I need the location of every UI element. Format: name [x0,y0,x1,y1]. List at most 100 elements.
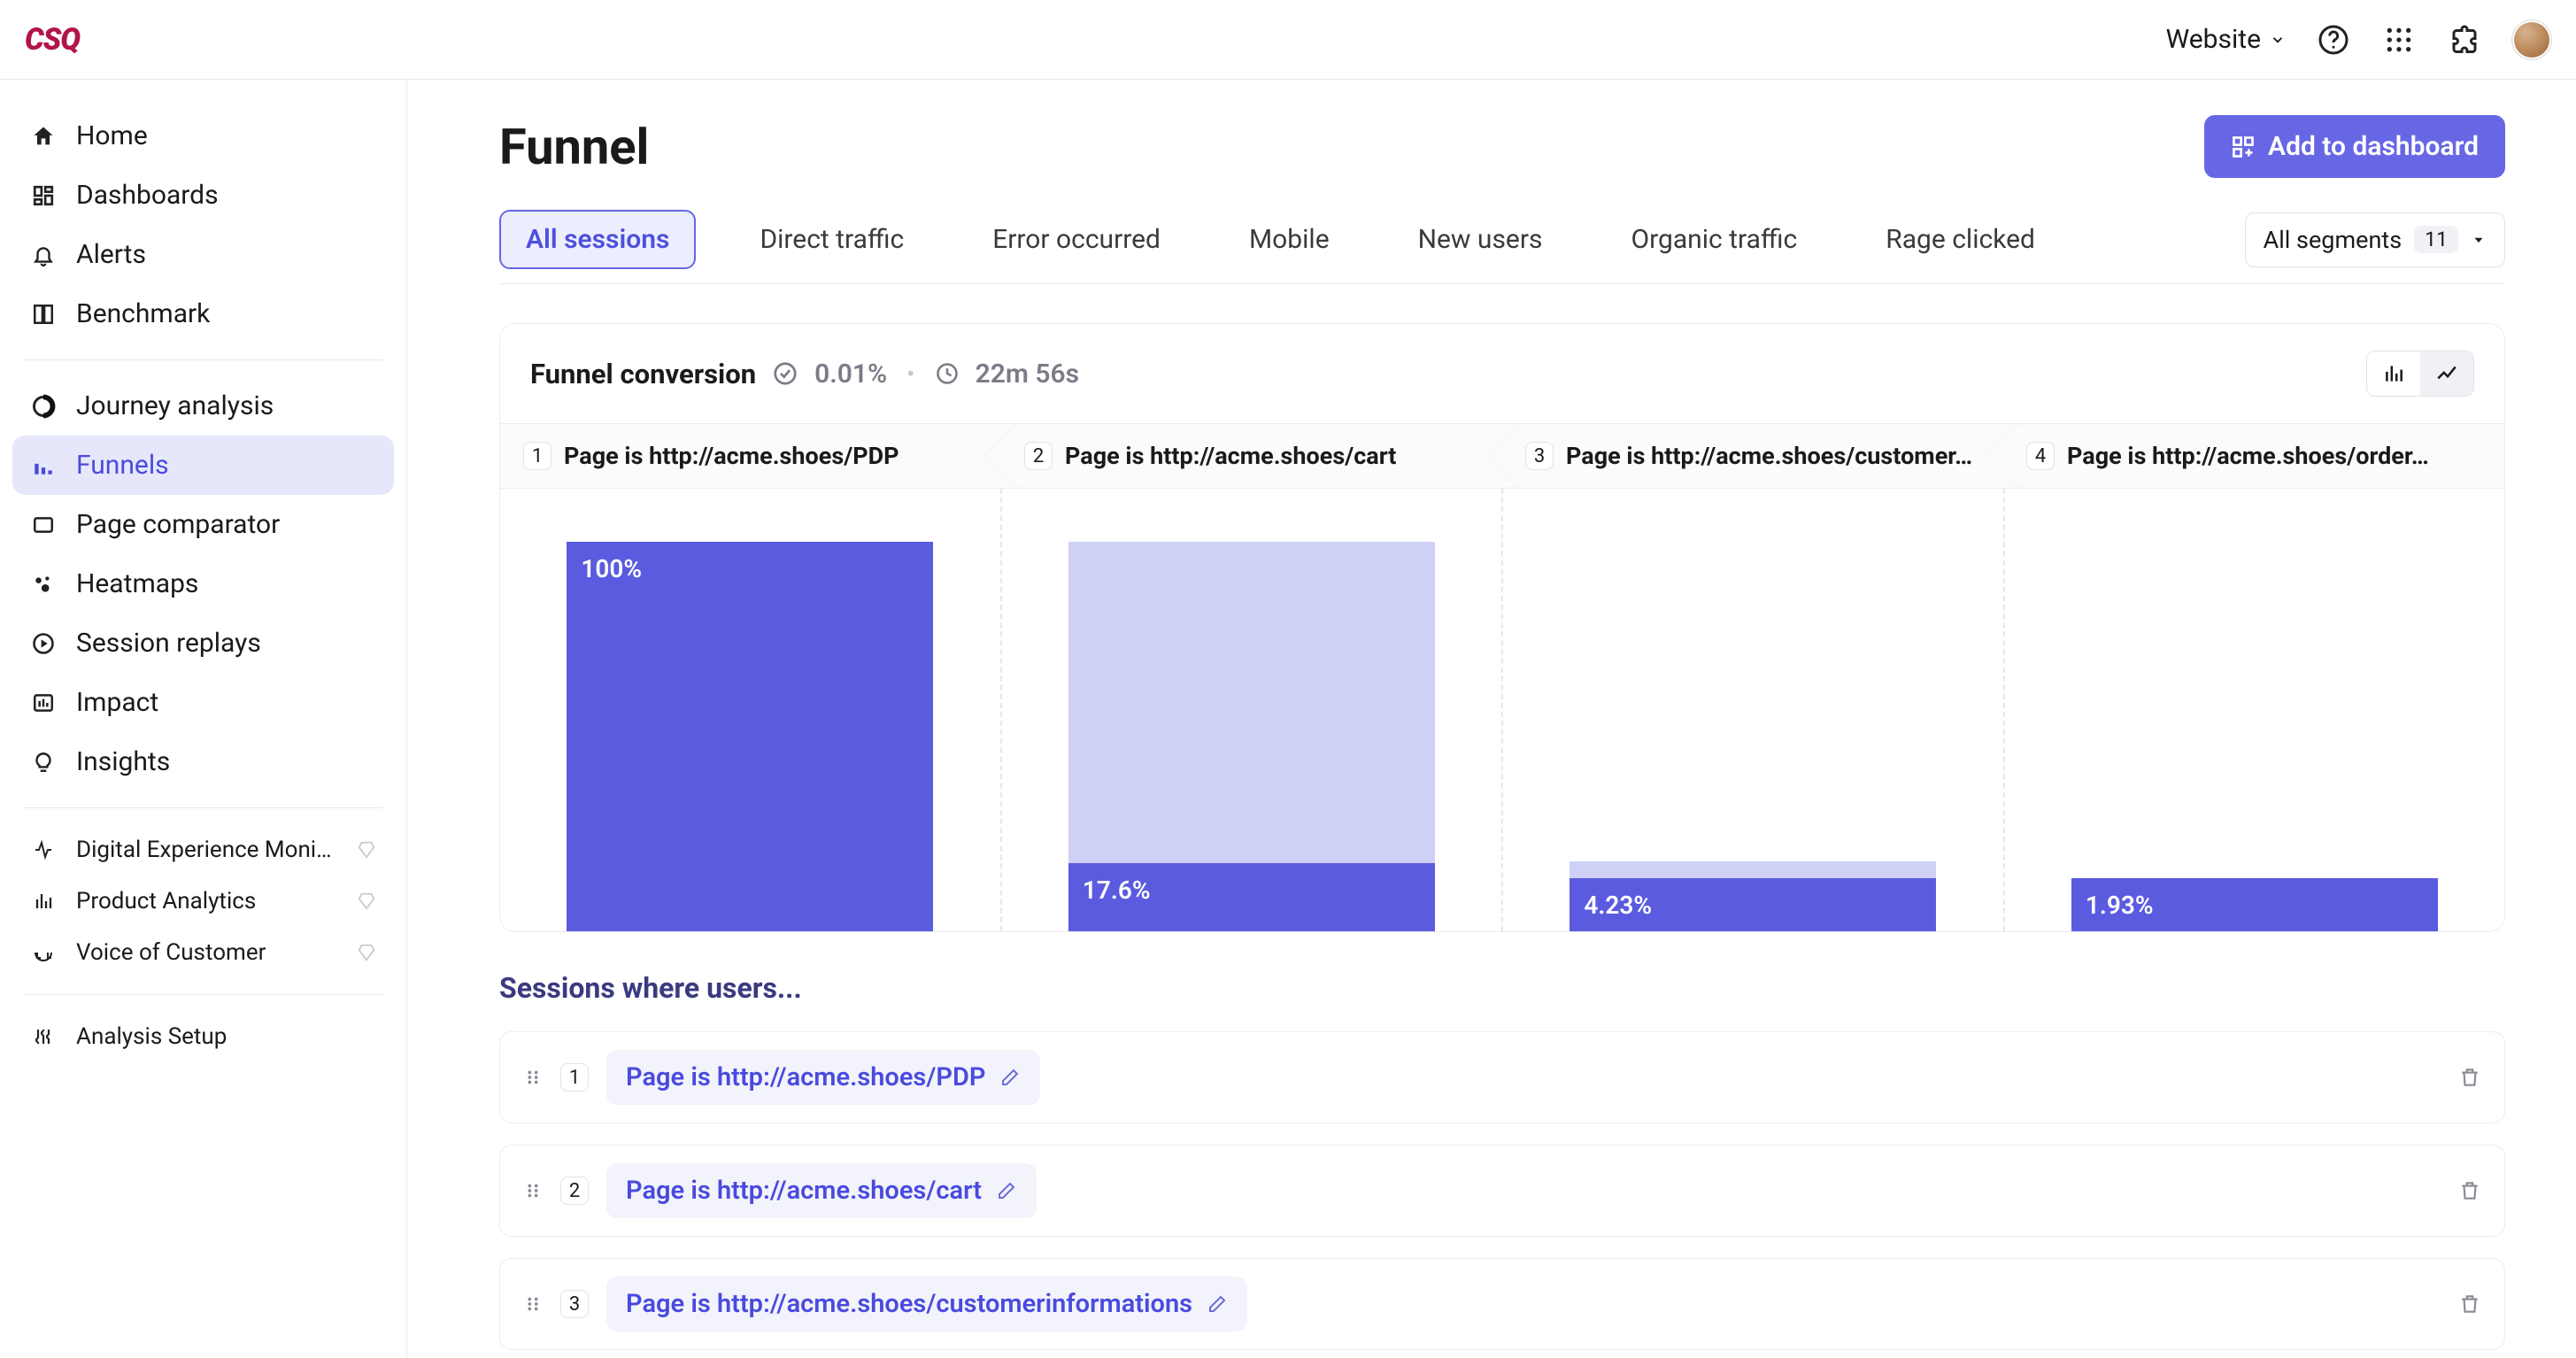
help-icon[interactable] [2316,22,2351,58]
funnel-steps-header: 1 Page is http://acme.shoes/PDP 2 Page i… [500,423,2504,489]
bar-view-button[interactable] [2367,351,2420,396]
lightbulb-icon [30,749,57,775]
tab-new-users[interactable]: New users [1393,212,1568,267]
tab-mobile[interactable]: Mobile [1224,212,1354,267]
funnel-step-header[interactable]: 4 Page is http://acme.shoes/order… [2003,424,2504,488]
apps-grid-icon[interactable] [2381,22,2417,58]
tab-rage-clicked[interactable]: Rage clicked [1861,212,2060,267]
sessions-where-title: Sessions where users... [499,971,2505,1005]
diamond-icon [357,891,376,911]
monitoring-icon [30,837,57,863]
main-content: Funnel Add to dashboard All sessions Dir… [407,80,2576,1358]
funnel-step-header[interactable]: 2 Page is http://acme.shoes/cart [1001,424,1502,488]
funnel-step-header[interactable]: 3 Page is http://acme.shoes/customer… [1502,424,2003,488]
step-label: Page is http://acme.shoes/customer… [1566,442,1972,470]
step-number: 3 [560,1290,589,1318]
edit-icon[interactable] [999,1067,1021,1088]
clock-icon [935,361,960,386]
add-to-dashboard-label: Add to dashboard [2268,131,2479,162]
sidebar-item-benchmark[interactable]: Benchmark [12,284,394,343]
sidebar-item-page-comparator[interactable]: Page comparator [12,495,394,554]
drag-handle-icon[interactable] [523,1068,543,1087]
bell-icon [30,242,57,268]
check-circle-icon [772,360,798,387]
sidebar-item-journey[interactable]: Journey analysis [12,376,394,436]
step-number: 3 [1525,442,1554,470]
tab-all-sessions[interactable]: All sessions [499,210,696,269]
funnel-card: Funnel conversion 0.01% • 22m 56s 1 Page… [499,323,2505,932]
sidebar-item-replays[interactable]: Session replays [12,613,394,673]
step-number: 1 [523,442,551,470]
sidebar-item-label: Insights [76,746,376,777]
sidebar-item-alerts[interactable]: Alerts [12,225,394,284]
avatar[interactable] [2512,20,2551,59]
edit-icon[interactable] [1207,1293,1228,1315]
sidebar-item-voc[interactable]: Voice of Customer [12,927,394,978]
add-to-dashboard-button[interactable]: Add to dashboard [2204,115,2505,178]
step-number: 2 [560,1177,589,1205]
sidebar-item-dem[interactable]: Digital Experience Monitor… [12,824,394,876]
step-number: 1 [560,1063,589,1092]
step-editor-row: 2 Page is http://acme.shoes/cart [499,1145,2505,1237]
delete-step-button[interactable] [2458,1179,2481,1202]
funnel-chart: 100%17.6%4.23%1.93% [500,489,2504,931]
sidebar-item-heatmaps[interactable]: Heatmaps [12,554,394,613]
page-title: Funnel [499,118,649,176]
sidebar-item-label: Product Analytics [76,888,337,914]
segments-label: All segments [2264,226,2402,254]
segments-dropdown[interactable]: All segments 11 [2245,212,2505,267]
sidebar-item-home[interactable]: Home [12,106,394,166]
step-label: Page is http://acme.shoes/cart [1065,442,1396,470]
tab-error-occurred[interactable]: Error occurred [968,212,1185,267]
funnel-step-header[interactable]: 1 Page is http://acme.shoes/PDP [500,424,1001,488]
diamond-icon [357,840,376,860]
step-number: 4 [2026,442,2055,470]
play-circle-icon [30,630,57,657]
line-view-button[interactable] [2420,351,2473,396]
step-label: Page is http://acme.shoes/PDP [564,442,899,470]
segments-count: 11 [2414,226,2458,253]
condition-token[interactable]: Page is http://acme.shoes/customerinform… [606,1277,1247,1331]
sidebar-item-label: Heatmaps [76,568,376,599]
dashboard-add-icon [2231,135,2256,159]
edit-icon[interactable] [996,1180,1017,1201]
chart-view-toggle [2366,351,2474,397]
drag-handle-icon[interactable] [523,1181,543,1200]
diamond-icon [357,943,376,962]
condition-token[interactable]: Page is http://acme.shoes/cart [606,1163,1037,1218]
condition-text: Page is http://acme.shoes/customerinform… [626,1289,1192,1319]
delete-step-button[interactable] [2458,1066,2481,1089]
sidebar-item-dashboards[interactable]: Dashboards [12,166,394,225]
funnel-duration-value: 22m 56s [976,359,1080,390]
caret-down-icon [2471,232,2487,248]
bar-value-label: 1.93% [2086,891,2154,920]
delete-step-button[interactable] [2458,1292,2481,1316]
drag-handle-icon[interactable] [523,1294,543,1314]
home-icon [30,123,57,150]
sidebar-item-analysis-setup[interactable]: Analysis Setup [12,1011,394,1062]
extension-icon[interactable] [2447,22,2482,58]
condition-text: Page is http://acme.shoes/cart [626,1176,982,1206]
workspace-switcher[interactable]: Website [2166,24,2286,55]
condition-token[interactable]: Page is http://acme.shoes/PDP [606,1050,1040,1105]
tab-direct-traffic[interactable]: Direct traffic [735,212,929,267]
chart-column: 4.23% [1501,489,2003,931]
sidebar-item-product-analytics[interactable]: Product Analytics [12,876,394,927]
page-comparator-icon [30,512,57,538]
step-editor-row: 1 Page is http://acme.shoes/PDP [499,1031,2505,1123]
sidebar-item-label: Voice of Customer [76,939,337,966]
voice-icon [30,939,57,966]
journey-icon [30,393,57,420]
benchmark-icon [30,301,57,328]
step-number: 2 [1024,442,1053,470]
tab-organic-traffic[interactable]: Organic traffic [1606,212,1822,267]
funnel-icon [30,452,57,479]
bar-value-label: 4.23% [1584,891,1652,920]
heatmaps-icon [30,571,57,598]
impact-icon [30,690,57,716]
sidebar-item-impact[interactable]: Impact [12,673,394,732]
sidebar-item-insights[interactable]: Insights [12,732,394,791]
sidebar-item-label: Benchmark [76,298,376,329]
chart-column: 17.6% [1000,489,1502,931]
sidebar-item-funnels[interactable]: Funnels [12,436,394,495]
